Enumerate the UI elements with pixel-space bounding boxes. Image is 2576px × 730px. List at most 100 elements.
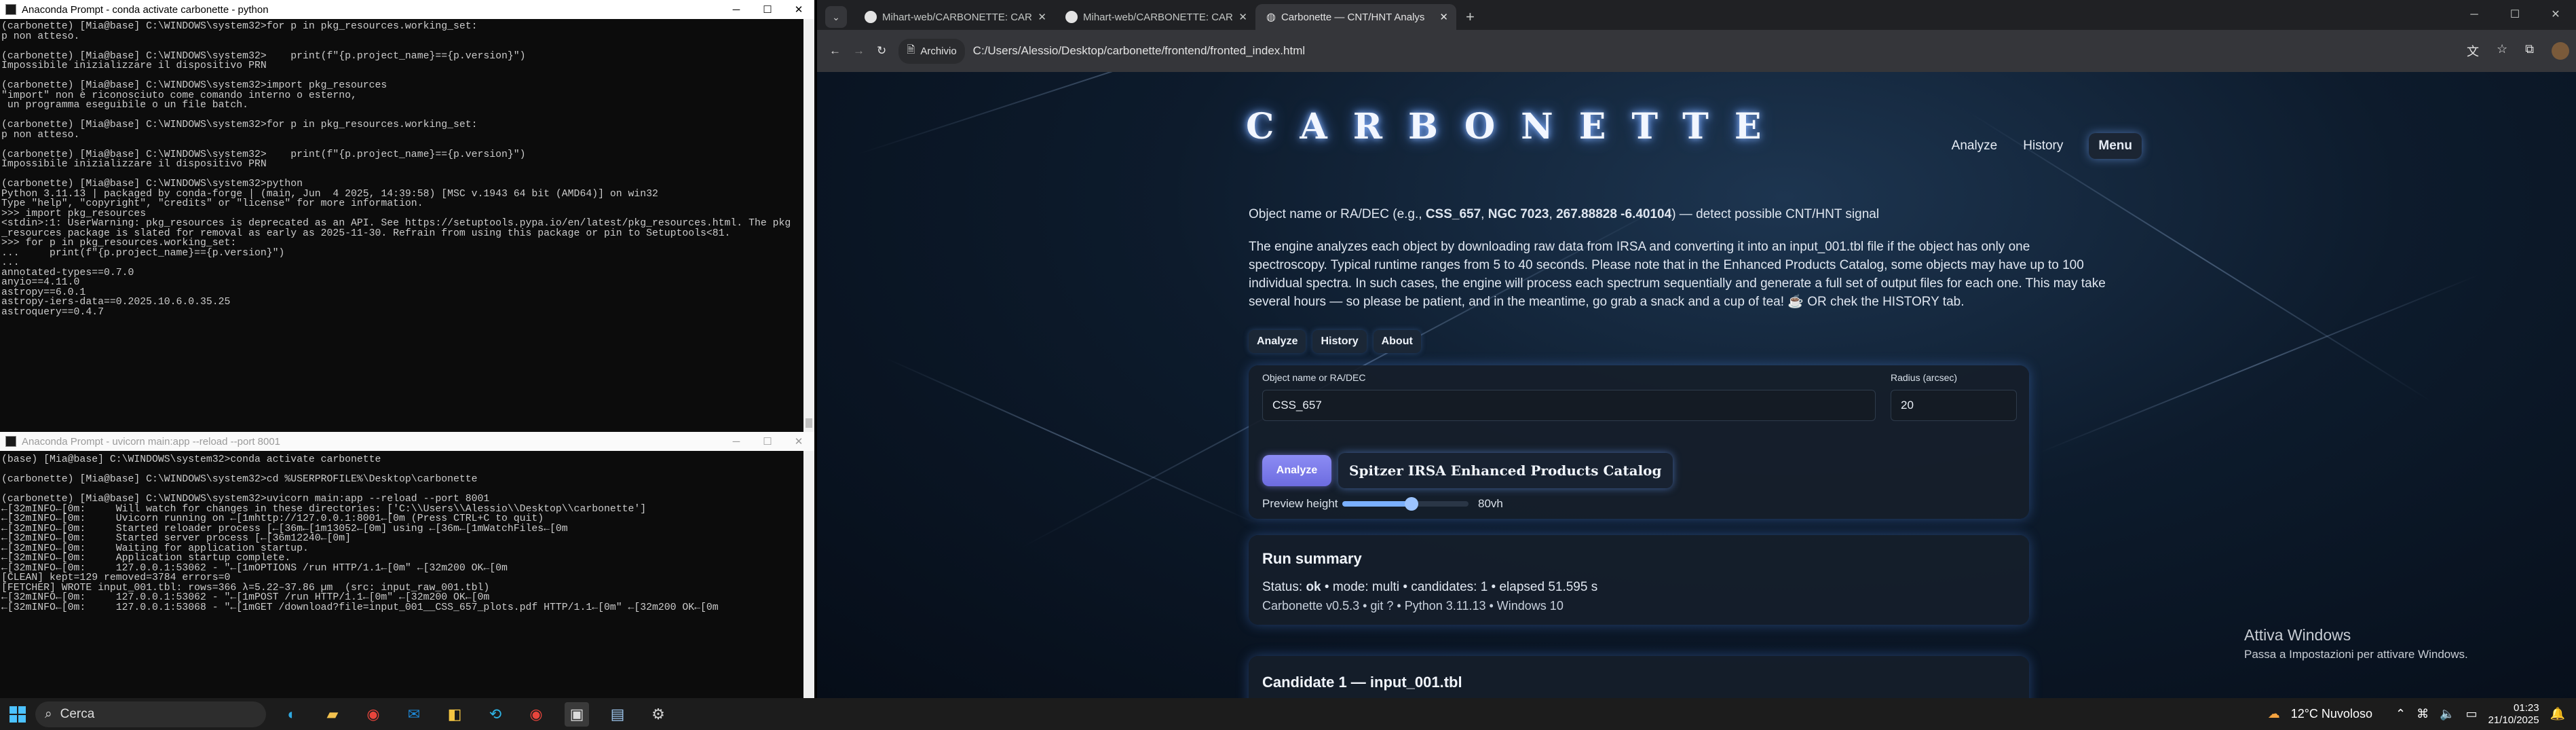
terminal-line: ←[32mINFO←[0m: 127.0.0.1:53068 - "←[1mGE… xyxy=(1,602,719,613)
reload-icon[interactable]: ↻ xyxy=(877,44,886,58)
extensions-icon[interactable]: ⧉ xyxy=(2525,42,2534,60)
folder-icon[interactable]: ▰ xyxy=(320,702,345,727)
object-input[interactable]: CSS_657 xyxy=(1262,390,1876,421)
terminal-app-icon xyxy=(5,436,16,447)
chevron-up-icon[interactable]: ⌃ xyxy=(2395,707,2406,721)
translate-icon[interactable]: 文 xyxy=(2467,42,2479,60)
network-icon[interactable]: ⌘ xyxy=(2417,707,2429,721)
address-bar[interactable]: 🗎 Archivio C:/Users/Alessio/Desktop/carb… xyxy=(898,37,2413,65)
archive-chip[interactable]: 🗎 Archivio xyxy=(898,38,965,64)
tab-about[interactable]: About xyxy=(1373,330,1421,353)
file-icon: 🗎 xyxy=(907,43,915,56)
terminal-scrollbar[interactable] xyxy=(803,19,814,432)
forward-icon[interactable]: → xyxy=(853,44,865,58)
status-label: Status: xyxy=(1262,580,1303,594)
chrome-profile-icon[interactable]: ◉ xyxy=(524,702,548,727)
taskbar-search[interactable]: ⌕ Cerca xyxy=(35,701,266,727)
description: The engine analyzes each object by downl… xyxy=(1249,238,2106,311)
avatar[interactable] xyxy=(2552,42,2569,60)
maximize-icon[interactable]: ☐ xyxy=(2495,0,2535,30)
browser-tab[interactable]: Mihart-web/CARBONETTE: CAR ✕ xyxy=(1055,4,1255,30)
chrome-icon[interactable]: ◉ xyxy=(361,702,385,727)
terminal-line: un programma eseguibile o un file batch. xyxy=(1,100,249,111)
terminal-line: Python 3.11.13 | packaged by conda-forge… xyxy=(1,188,658,200)
edge-icon[interactable]: ◐ xyxy=(280,702,304,727)
archive-chip-label: Archivio xyxy=(920,45,957,57)
section-tabs: Analyze History About xyxy=(1249,330,1421,353)
close-tab-icon[interactable]: ✕ xyxy=(1238,11,1247,23)
close-icon[interactable]: ✕ xyxy=(2535,0,2576,30)
star-icon[interactable]: ☆ xyxy=(2497,42,2507,60)
browser-window[interactable]: ⌄ Mihart-web/CARBONETTE: CAR ✕ Mihart-we… xyxy=(817,0,2576,698)
terminal-line: (base) [Mia@base] C:\WINDOWS\system32>co… xyxy=(1,454,381,465)
radius-input[interactable]: 20 xyxy=(1891,390,2017,421)
catalog-button[interactable]: Spitzer IRSA Enhanced Products Catalog xyxy=(1338,453,1673,488)
minimize-icon[interactable]: ─ xyxy=(2454,0,2495,30)
files-icon[interactable]: ▤ xyxy=(605,702,630,727)
run-versions: Carbonette v0.5.3 • git ? • Python 3.11.… xyxy=(1262,599,1564,613)
terminal-window-bottom[interactable]: Anaconda Prompt - uvicorn main:app --rel… xyxy=(0,432,814,698)
terminal-line: [CLEAN] kept=129 removed=3784 errors=0 xyxy=(1,572,231,583)
terminal-title: Anaconda Prompt - conda activate carbone… xyxy=(22,3,269,16)
run-summary-title: Run summary xyxy=(1262,550,1362,567)
terminal-line: (carbonette) [Mia@base] C:\WINDOWS\syste… xyxy=(1,179,303,189)
terminal-output: (base) [Mia@base] C:\WINDOWS\system32>co… xyxy=(0,451,814,613)
run-summary-card: Run summary Status: ok • mode: multi • c… xyxy=(1249,535,2029,625)
status-details: • mode: multi • candidates: 1 • elapsed … xyxy=(1321,580,1598,594)
activation-watermark-title: Attiva Windows xyxy=(2244,626,2351,644)
browser-tab[interactable]: Mihart-web/CARBONETTE: CAR ✕ xyxy=(854,4,1055,30)
close-icon[interactable]: ✕ xyxy=(783,432,814,451)
terminal-title-bar[interactable]: Anaconda Prompt - conda activate carbone… xyxy=(0,0,814,19)
candidate-title: Candidate 1 — input_001.tbl xyxy=(1262,674,1462,691)
terminal-line: p non atteso. xyxy=(1,129,80,141)
weather-text[interactable]: 12°C Nuvoloso xyxy=(2291,707,2372,721)
nav-menu-button[interactable]: Menu xyxy=(2089,133,2142,159)
volume-icon[interactable]: 🔈 xyxy=(2440,707,2455,721)
terminal-line: ←[32mINFO←[0m: 127.0.0.1:53062 - "←[1mPO… xyxy=(1,592,490,603)
browser-tab-active[interactable]: ◍ Carbonette — CNT/HNT Analys ✕ xyxy=(1255,4,1456,30)
store-icon[interactable]: ◧ xyxy=(442,702,467,727)
terminal-line: (carbonette) [Mia@base] C:\WINDOWS\syste… xyxy=(1,50,526,62)
main-nav: Analyze History Menu xyxy=(1952,133,2142,159)
preview-height-slider[interactable] xyxy=(1342,497,1469,511)
slider-handle[interactable] xyxy=(1405,497,1419,511)
back-icon[interactable]: ← xyxy=(829,44,841,58)
terminal-line: astropy==6.0.1 xyxy=(1,287,86,298)
close-tab-icon[interactable]: ✕ xyxy=(1439,11,1448,23)
tab-analyze[interactable]: Analyze xyxy=(1249,330,1306,353)
nav-history[interactable]: History xyxy=(2023,139,2063,153)
terminal-taskbar-icon[interactable]: ▣ xyxy=(565,701,589,727)
battery-icon[interactable]: ▭ xyxy=(2465,707,2477,721)
terminal-scrollbar[interactable] xyxy=(803,451,814,698)
weather-icon[interactable]: ☁ xyxy=(2268,707,2280,721)
tab-menu-button[interactable]: ⌄ xyxy=(825,6,847,28)
analyze-button[interactable]: Analyze xyxy=(1262,455,1331,486)
close-tab-icon[interactable]: ✕ xyxy=(1038,11,1046,23)
terminal-window-top[interactable]: Anaconda Prompt - conda activate carbone… xyxy=(0,0,814,432)
terminal-title-bar[interactable]: Anaconda Prompt - uvicorn main:app --rel… xyxy=(0,432,814,451)
maximize-icon[interactable]: ☐ xyxy=(752,432,783,451)
terminal-line: (carbonette) [Mia@base] C:\WINDOWS\syste… xyxy=(1,474,478,485)
clock[interactable]: 01:23 21/10/2025 xyxy=(2488,702,2539,727)
example-3: 267.88828 -6.40104 xyxy=(1556,207,1672,221)
maximize-icon[interactable]: ☐ xyxy=(752,0,783,19)
notification-icon[interactable]: 🔔 xyxy=(2550,707,2565,721)
tab-history[interactable]: History xyxy=(1312,330,1367,353)
close-icon[interactable]: ✕ xyxy=(783,0,814,19)
outlook-icon[interactable]: ✉ xyxy=(402,702,426,727)
intro-text-end: ) — detect possible CNT/HNT signal xyxy=(1671,207,1880,221)
chevron-down-icon: ⌄ xyxy=(832,11,840,22)
terminal-line: astroquery==0.4.7 xyxy=(1,306,104,318)
minimize-icon[interactable]: ─ xyxy=(721,432,752,451)
preview-height-label: Preview height xyxy=(1262,497,1338,510)
terminal-line: Type "help", "copyright", "credits" or "… xyxy=(1,198,423,209)
nav-analyze[interactable]: Analyze xyxy=(1952,139,1998,153)
new-tab-button[interactable]: + xyxy=(1466,8,1475,26)
example-1: CSS_657 xyxy=(1425,207,1481,221)
start-button[interactable] xyxy=(10,706,26,723)
app-icon[interactable]: ⟲ xyxy=(483,702,508,727)
settings-icon[interactable]: ⚙ xyxy=(646,702,670,727)
minimize-icon[interactable]: ─ xyxy=(721,0,752,19)
